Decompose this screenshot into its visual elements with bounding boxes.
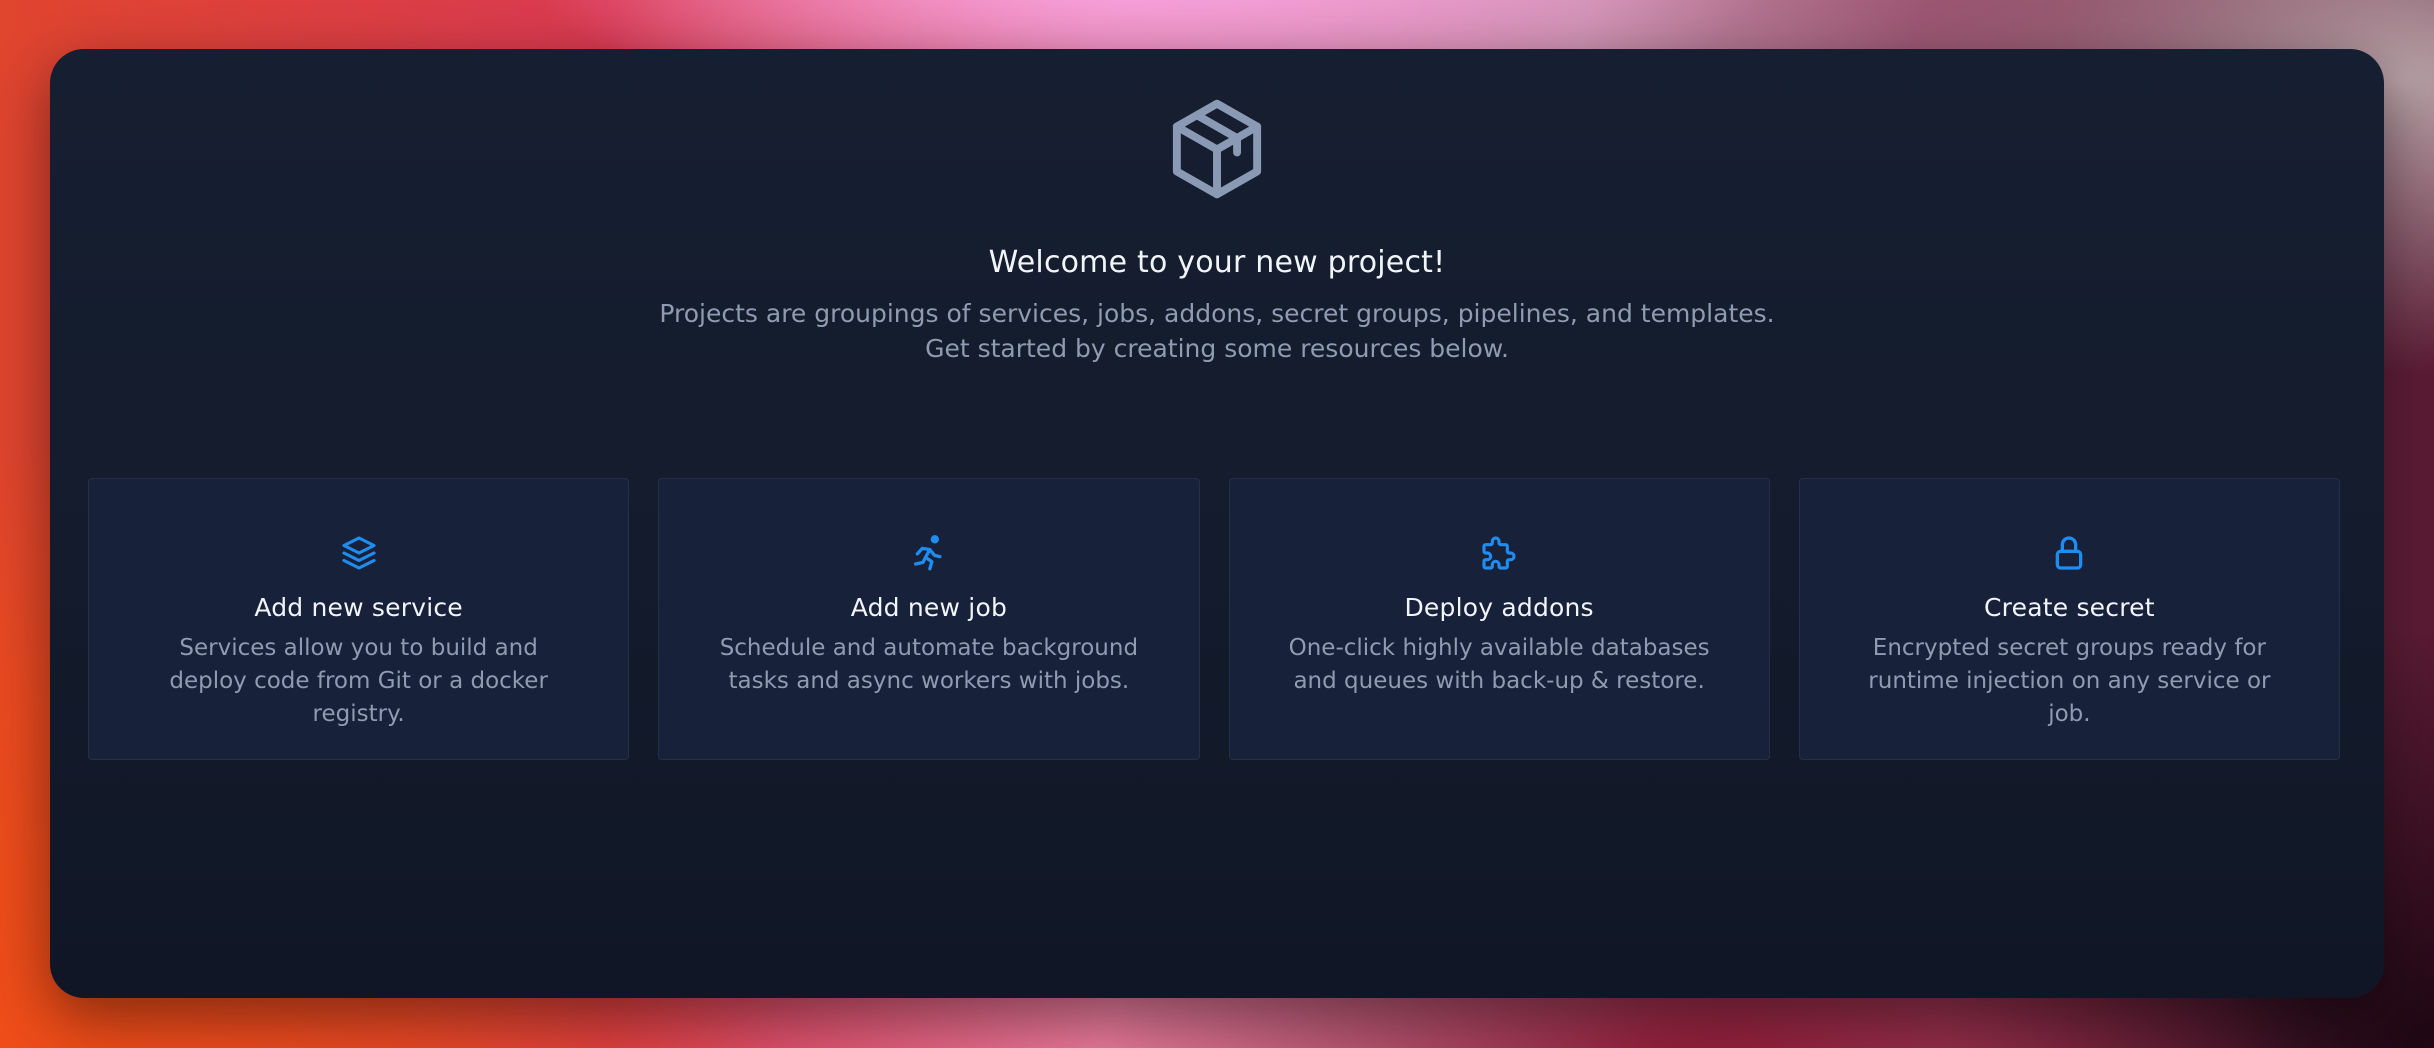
- card-description: Services allow you to build and deploy c…: [169, 635, 548, 727]
- running-person-icon: [913, 535, 942, 571]
- padlock-icon: [2056, 536, 2083, 570]
- package-box-icon: [1172, 99, 1262, 199]
- layers-stack-icon: [342, 536, 376, 570]
- card-title: Add new job: [850, 593, 1008, 622]
- page-description: Projects are groupings of services, jobs…: [659, 299, 1775, 363]
- card-title: Create secret: [1984, 593, 2155, 622]
- puzzle-piece-icon: [1482, 536, 1516, 570]
- resource-cards: Add new service Services allow you to bu…: [88, 478, 2340, 760]
- project-welcome-panel: Welcome to your new project! Projects ar…: [50, 49, 2384, 998]
- page-title: Welcome to your new project!: [988, 245, 1446, 280]
- card-title: Deploy addons: [1404, 593, 1594, 622]
- add-service-card[interactable]: Add new service Services allow you to bu…: [88, 478, 630, 760]
- add-job-card[interactable]: Add new job Schedule and automate backgr…: [658, 478, 1200, 760]
- deploy-addons-card[interactable]: Deploy addons One-click highly available…: [1228, 478, 1770, 760]
- card-description: Schedule and automate background tasks a…: [719, 635, 1139, 694]
- card-title: Add new service: [254, 593, 463, 622]
- card-description: One-click highly available databases and…: [1288, 635, 1710, 694]
- welcome-hero: Welcome to your new project! Projects ar…: [50, 93, 2384, 366]
- create-secret-card[interactable]: Create secret Encrypted secret groups re…: [1798, 478, 2340, 760]
- card-description: Encrypted secret groups ready for runtim…: [1868, 635, 2271, 727]
